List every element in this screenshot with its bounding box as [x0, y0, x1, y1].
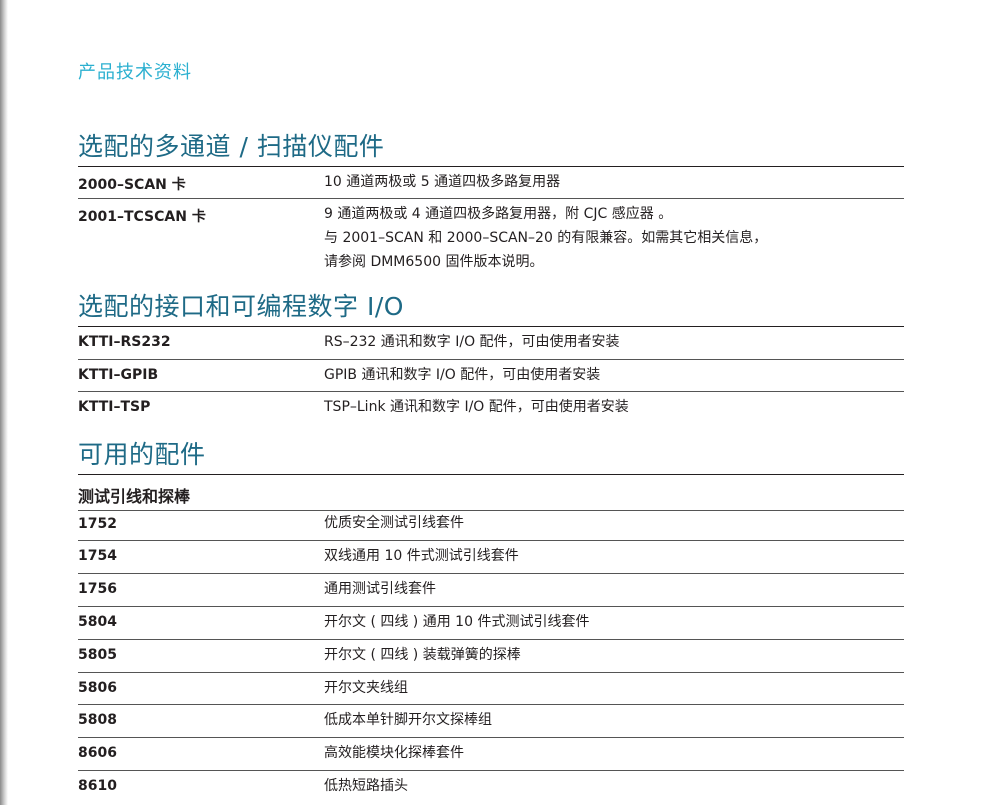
row-key: 1756	[78, 581, 117, 597]
row-divider	[78, 704, 904, 705]
row-divider	[78, 198, 904, 199]
section-title-interface: 选配的接口和可编程数字 I/O	[78, 292, 404, 321]
row-key: 5804	[78, 614, 117, 630]
row-value: 开尔文 ( 四线 ) 装载弹簧的探棒	[324, 647, 521, 663]
row-key: 5805	[78, 647, 117, 663]
row-value: TSP–Link 通讯和数字 I/O 配件，可由使用者安装	[324, 399, 629, 415]
section-rule	[78, 166, 904, 167]
row-divider	[78, 639, 904, 640]
row-value: 高效能模块化探棒套件	[324, 745, 464, 761]
row-value: 开尔文夹线组	[324, 680, 408, 696]
row-key: 2000–SCAN 卡	[78, 177, 186, 193]
row-key: KTTI–RS232	[78, 334, 171, 350]
row-divider	[78, 770, 904, 771]
row-key: KTTI–TSP	[78, 399, 151, 415]
row-key: 5808	[78, 712, 117, 728]
row-value: 双线通用 10 件式测试引线套件	[324, 548, 519, 564]
row-value: RS–232 通讯和数字 I/O 配件，可由使用者安装	[324, 334, 620, 350]
row-value: 低热短路插头	[324, 778, 408, 794]
row-value-line: 请参阅 DMM6500 固件版本说明。	[324, 254, 544, 270]
section-rule	[78, 326, 904, 327]
row-key: 8610	[78, 778, 117, 794]
row-value: 优质安全测试引线套件	[324, 515, 464, 531]
section-rule	[78, 474, 904, 475]
row-value-line: 与 2001–SCAN 和 2000–SCAN–20 的有限兼容。如需其它相关信…	[324, 230, 768, 246]
subsection-title: 测试引线和探棒	[78, 487, 191, 506]
row-divider	[78, 606, 904, 607]
row-value: 开尔文 ( 四线 ) 通用 10 件式测试引线套件	[324, 614, 590, 630]
section-title-scanner: 选配的多通道 / 扫描仪配件	[78, 132, 385, 161]
row-key: 2001–TCSCAN 卡	[78, 209, 206, 225]
section-title-accessories: 可用的配件	[78, 440, 206, 469]
row-divider	[78, 737, 904, 738]
row-key: 1754	[78, 548, 117, 564]
row-value: 通用测试引线套件	[324, 581, 436, 597]
page-edge-shadow	[0, 0, 8, 805]
row-divider	[78, 573, 904, 574]
row-key: 8606	[78, 745, 117, 761]
row-key: 1752	[78, 516, 117, 532]
row-value: 10 通道两极或 5 通道四极多路复用器	[324, 174, 561, 190]
row-value: 低成本单针脚开尔文探棒组	[324, 712, 492, 728]
row-divider	[78, 540, 904, 541]
row-key: 5806	[78, 680, 117, 696]
row-divider	[78, 672, 904, 673]
row-divider	[78, 391, 904, 392]
doc-label: 产品技术资料	[78, 62, 192, 83]
row-value: GPIB 通讯和数字 I/O 配件，可由使用者安装	[324, 367, 601, 383]
row-divider	[78, 359, 904, 360]
row-key: KTTI–GPIB	[78, 367, 159, 383]
row-divider	[78, 510, 904, 511]
row-value-line: 9 通道两极或 4 通道四极多路复用器，附 CJC 感应器 。	[324, 206, 673, 222]
